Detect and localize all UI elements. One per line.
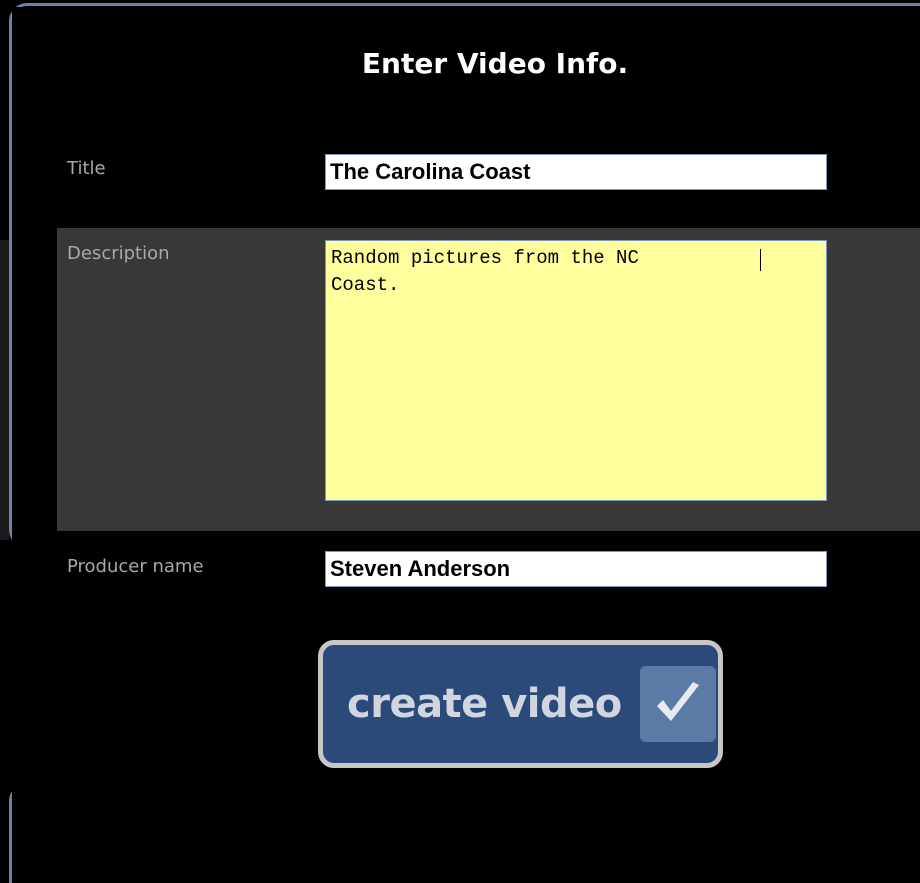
- producer-label: Producer name: [67, 556, 204, 577]
- description-text: Random pictures from the NC Coast.: [331, 247, 639, 296]
- create-video-label: create video: [347, 681, 622, 727]
- title-label: Title: [67, 158, 106, 179]
- create-video-button[interactable]: create video: [318, 640, 723, 768]
- left-edge-shadow: [0, 240, 9, 540]
- checkmark-icon: [639, 666, 716, 742]
- title-field[interactable]: The Carolina Coast: [325, 154, 827, 190]
- dialog-heading: Enter Video Info.: [361, 47, 629, 80]
- text-caret: [760, 249, 761, 271]
- producer-name-field[interactable]: Steven Anderson: [325, 551, 827, 587]
- description-textarea[interactable]: Random pictures from the NC Coast.: [325, 240, 827, 501]
- description-label: Description: [67, 243, 170, 264]
